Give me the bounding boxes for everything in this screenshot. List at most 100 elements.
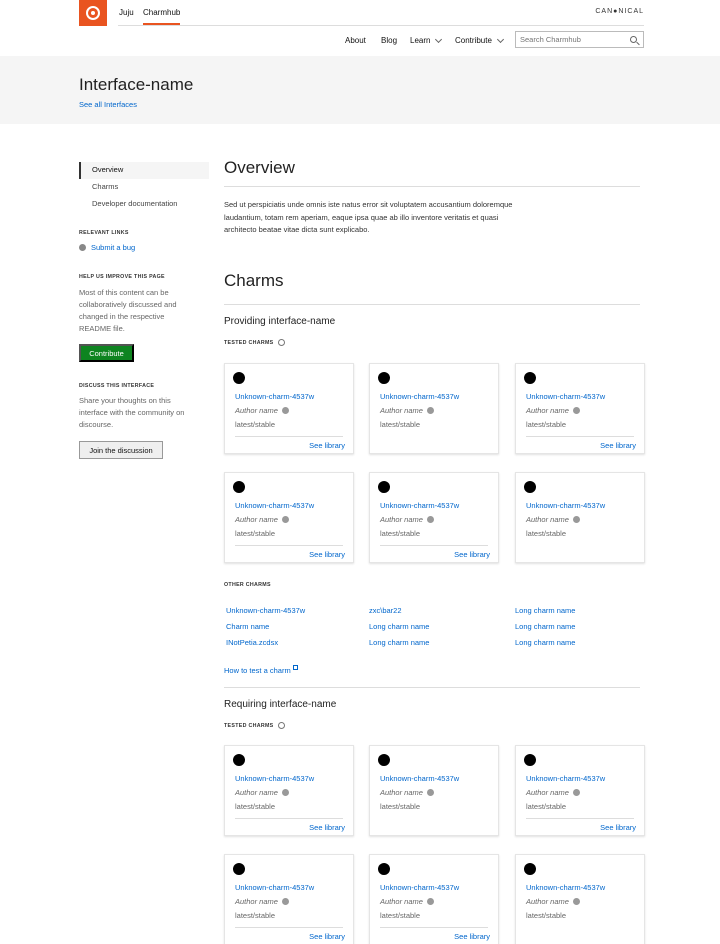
charm-author-label: Author name — [380, 897, 423, 906]
card-divider — [235, 545, 343, 546]
nav-charmhub[interactable]: Charmhub — [143, 8, 181, 25]
charm-name-link[interactable]: Unknown-charm-4537w — [235, 883, 314, 892]
see-library-link[interactable]: See library — [309, 932, 345, 941]
nav-learn[interactable]: Learn — [410, 35, 443, 45]
search-icon[interactable] — [630, 36, 637, 43]
sidebar-item-charms[interactable]: Charms — [79, 179, 209, 196]
charm-author: Author name — [235, 515, 289, 524]
nav-blog[interactable]: Blog — [381, 36, 397, 45]
verified-icon — [281, 898, 289, 905]
charm-channel: latest/stable — [380, 911, 421, 920]
charm-icon — [378, 863, 390, 875]
see-library-link[interactable]: See library — [309, 550, 345, 559]
search-input[interactable] — [520, 35, 628, 44]
charm-author-label: Author name — [380, 788, 423, 797]
charm-channel: latest/stable — [526, 802, 567, 811]
contribute-button[interactable]: Contribute — [79, 344, 134, 362]
charm-name-link[interactable]: Unknown-charm-4537w — [380, 774, 459, 783]
other-charm-link[interactable]: Long charm name — [515, 622, 575, 631]
other-charm-link[interactable]: Unknown-charm-4537w — [226, 606, 305, 615]
other-charm-link[interactable]: Long charm name — [369, 622, 429, 631]
charm-author: Author name — [526, 788, 580, 797]
charm-name-link[interactable]: Unknown-charm-4537w — [526, 774, 605, 783]
info-icon[interactable] — [277, 722, 285, 729]
see-library-link[interactable]: See library — [454, 550, 490, 559]
charm-channel: latest/stable — [380, 529, 421, 538]
charm-name-link[interactable]: Unknown-charm-4537w — [235, 392, 314, 401]
charm-name-link[interactable]: Unknown-charm-4537w — [380, 392, 459, 401]
other-charm-link[interactable]: INotPetia.zcdsx — [226, 638, 278, 647]
charm-author: Author name — [526, 515, 580, 524]
chevron-down-icon — [435, 35, 443, 43]
charm-author-label: Author name — [235, 788, 278, 797]
charm-name-link[interactable]: Unknown-charm-4537w — [526, 883, 605, 892]
how-to-test-link[interactable]: How to test a charm — [224, 665, 298, 675]
requiring-divider — [224, 687, 640, 688]
info-icon[interactable] — [277, 339, 285, 346]
charm-icon — [378, 754, 390, 766]
card-divider — [235, 436, 343, 437]
sidebar-nav: Overview Charms Developer documentation — [79, 162, 209, 213]
charm-channel: latest/stable — [526, 529, 567, 538]
other-charm-link[interactable]: Long charm name — [515, 606, 575, 615]
charmhub-logo[interactable] — [79, 0, 107, 26]
charm-name-link[interactable]: Unknown-charm-4537w — [235, 501, 314, 510]
charm-channel: latest/stable — [526, 911, 567, 920]
charm-author-label: Author name — [526, 897, 569, 906]
charm-icon — [378, 481, 390, 493]
other-charm-link[interactable]: Charm name — [226, 622, 269, 631]
search-box[interactable] — [515, 31, 644, 48]
verified-icon — [426, 898, 434, 905]
other-charm-link[interactable]: zxc\bar22 — [369, 606, 402, 615]
charm-name-link[interactable]: Unknown-charm-4537w — [380, 883, 459, 892]
overview-divider — [224, 186, 640, 187]
see-library-link[interactable]: See library — [454, 932, 490, 941]
nav-juju[interactable]: Juju — [119, 8, 134, 17]
charm-card: Unknown-charm-4537w Author name latest/sta… — [369, 745, 499, 836]
charm-author: Author name — [235, 406, 289, 415]
charm-author-label: Author name — [526, 788, 569, 797]
see-library-link[interactable]: See library — [309, 441, 345, 450]
external-link-icon — [292, 665, 298, 670]
page-title: Interface-name — [79, 75, 194, 94]
charm-card: Unknown-charm-4537w Author name latest/sta… — [369, 363, 499, 454]
other-charms-caption: OTHER CHARMS — [224, 582, 271, 588]
how-to-test-label: How to test a charm — [224, 666, 291, 675]
charm-name-link[interactable]: Unknown-charm-4537w — [235, 774, 314, 783]
sidebar-item-overview[interactable]: Overview — [79, 162, 209, 179]
other-charm-link[interactable]: Long charm name — [369, 638, 429, 647]
charm-name-link[interactable]: Unknown-charm-4537w — [526, 392, 605, 401]
sidebar-item-developer-documentation[interactable]: Developer documentation — [79, 196, 209, 213]
submit-bug-link[interactable]: Submit a bug — [79, 243, 135, 252]
charm-name-link[interactable]: Unknown-charm-4537w — [526, 501, 605, 510]
card-divider — [235, 818, 343, 819]
charm-author: Author name — [235, 788, 289, 797]
charm-author-label: Author name — [526, 406, 569, 415]
charm-icon — [378, 372, 390, 384]
overview-text: Sed ut perspiciatis unde omnis iste natu… — [224, 200, 513, 234]
join-discussion-button[interactable]: Join the discussion — [79, 441, 163, 459]
nav-about[interactable]: About — [345, 36, 366, 45]
other-charm-link[interactable]: Long charm name — [515, 638, 575, 647]
nav-contribute-label: Contribute — [455, 36, 492, 45]
charm-author: Author name — [526, 897, 580, 906]
charm-channel: latest/stable — [235, 420, 276, 429]
see-library-link[interactable]: See library — [600, 441, 636, 450]
charm-icon — [524, 754, 536, 766]
nav-contribute[interactable]: Contribute — [455, 35, 504, 45]
see-library-link[interactable]: See library — [600, 823, 636, 832]
verified-icon — [281, 789, 289, 796]
card-divider — [526, 818, 634, 819]
charm-icon — [524, 481, 536, 493]
charm-name-link[interactable]: Unknown-charm-4537w — [380, 501, 459, 510]
improve-text: Most of this content can be collaborativ… — [79, 288, 177, 333]
charm-channel: latest/stable — [380, 802, 421, 811]
see-library-link[interactable]: See library — [309, 823, 345, 832]
see-all-interfaces-link[interactable]: See all Interfaces — [79, 100, 137, 109]
card-divider — [380, 927, 488, 928]
tested-charms-caption: TESTED CHARMS — [224, 722, 285, 729]
charm-author-label: Author name — [235, 897, 278, 906]
charm-card: Unknown-charm-4537w Author name latest/sta… — [515, 745, 645, 836]
bug-icon — [79, 244, 86, 251]
charm-author-label: Author name — [235, 406, 278, 415]
